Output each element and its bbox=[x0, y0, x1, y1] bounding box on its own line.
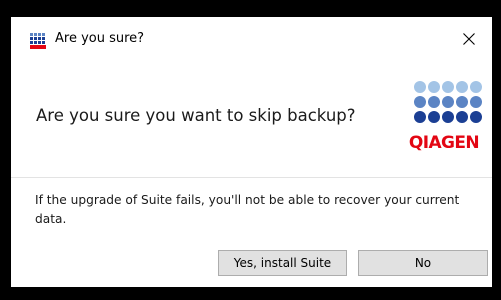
close-icon bbox=[463, 33, 475, 45]
dialog-footer: If the upgrade of Suite fails, you'll no… bbox=[11, 178, 492, 287]
title-bar: Are you sure? bbox=[11, 17, 492, 61]
warning-text: If the upgrade of Suite fails, you'll no… bbox=[35, 193, 460, 226]
no-button[interactable]: No bbox=[358, 250, 488, 276]
logo-wordmark: QIAGEN bbox=[408, 133, 480, 153]
confirm-dialog: Are you sure? Are you sure you want to s… bbox=[11, 17, 492, 287]
yes-install-button[interactable]: Yes, install Suite bbox=[218, 250, 347, 276]
logo-dots-icon bbox=[414, 81, 482, 123]
qiagen-app-icon bbox=[30, 33, 48, 49]
close-button[interactable] bbox=[446, 17, 492, 61]
qiagen-logo: QIAGEN bbox=[404, 80, 484, 160]
question-text: Are you sure you want to skip backup? bbox=[36, 106, 356, 125]
window-title: Are you sure? bbox=[55, 31, 145, 46]
